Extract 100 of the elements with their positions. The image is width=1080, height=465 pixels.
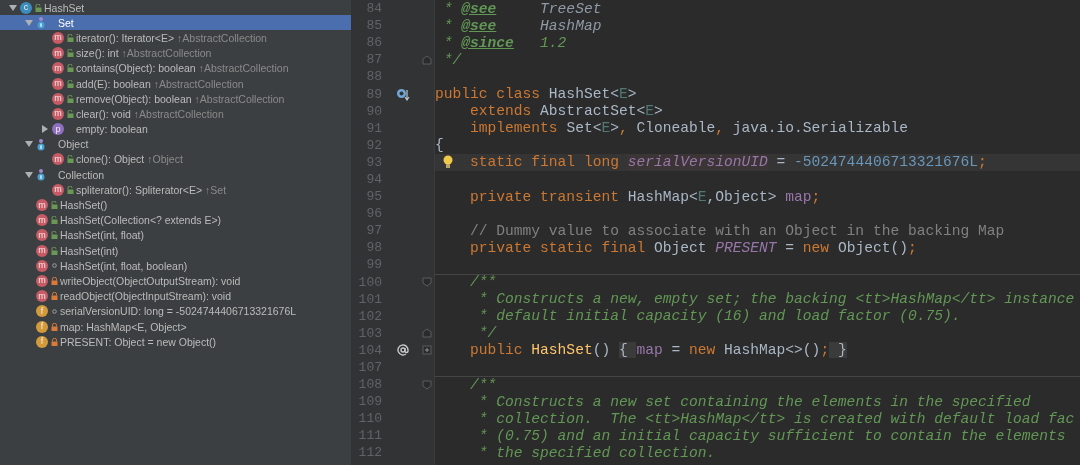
expanded-arrow-icon[interactable]: [25, 170, 33, 179]
class-badge: c: [20, 1, 32, 14]
unlocked-icon: [66, 79, 74, 88]
unlocked-icon: [34, 3, 42, 12]
member-label: HashSet(int, float, boolean): [60, 259, 188, 272]
keyword: ;: [978, 154, 987, 171]
inherited-members-icon: [36, 137, 46, 151]
tree-item[interactable]: Set: [0, 15, 351, 31]
field-name: map: [785, 188, 812, 205]
tree-item[interactable]: m readObject(ObjectInputStream): void: [0, 288, 351, 304]
tree-item[interactable]: f map: HashMap<E, Object>: [0, 318, 351, 335]
keyword: ;: [907, 239, 917, 256]
code-text: (): [592, 342, 612, 359]
member-label: HashSet(Collection<? extends E>): [60, 214, 222, 227]
implemented-icon[interactable]: [396, 87, 410, 101]
fold-marker-icon[interactable]: [422, 379, 432, 390]
fold-marker-icon[interactable]: [422, 277, 432, 288]
origin-label: ↑Set: [205, 183, 227, 196]
keyword: ;: [820, 342, 830, 359]
tree-item[interactable]: m HashSet(int, float, boolean): [0, 258, 351, 274]
doc-comment: /**: [470, 376, 497, 393]
doc-reference: TreeSet: [539, 0, 602, 17]
tree-item[interactable]: m HashSet(): [0, 197, 351, 213]
type-parameter: E: [618, 86, 628, 102]
lightbulb-icon[interactable]: [443, 154, 453, 169]
code-text: Object(): [837, 239, 908, 256]
tree-item[interactable]: m spliterator(): Spliterator<E> ↑Set: [0, 182, 351, 198]
code-text: =: [784, 239, 796, 256]
code-text: =: [670, 342, 682, 359]
tree-item[interactable]: Object: [0, 136, 351, 152]
member-label: empty: boolean: [76, 123, 148, 136]
tree-item[interactable]: m writeObject(ObjectOutputStream): void: [0, 273, 351, 289]
code-text: HashSet<: [548, 86, 619, 102]
tree-item[interactable]: m contains(Object): boolean ↑AbstractCollection: [0, 60, 351, 76]
member-label: HashSet(int): [60, 244, 119, 257]
field-badge: f: [36, 305, 48, 318]
method-badge: m: [36, 259, 48, 272]
tree-item[interactable]: m remove(Object): boolean ↑AbstractCollection: [0, 91, 351, 107]
member-label: HashSet: [44, 1, 85, 14]
expanded-arrow-icon[interactable]: [25, 140, 33, 149]
member-label: add(E): boolean: [76, 77, 151, 90]
unlocked-icon: [66, 33, 74, 42]
code-text: java.io.Serializable: [732, 120, 908, 137]
code-text: Set<: [566, 120, 602, 137]
member-label: Collection: [58, 168, 105, 181]
tree-item[interactable]: m HashSet(Collection<? extends E>): [0, 212, 351, 228]
tree-item[interactable]: m clone(): Object ↑Object: [0, 151, 351, 168]
tree-item[interactable]: c HashSet: [0, 0, 351, 16]
member-label: serialVersionUID: long = -5024744406713321676L: [60, 305, 297, 318]
unlocked-icon: [50, 246, 58, 255]
at-sign-icon[interactable]: [397, 344, 409, 357]
member-label: iterator(): Iterator<E>: [76, 31, 175, 44]
tree-item[interactable]: m size(): int ↑AbstractCollection: [0, 45, 351, 61]
tree-item[interactable]: m iterator(): Iterator<E> ↑AbstractCollection: [0, 30, 351, 46]
member-label: size(): int: [76, 47, 119, 60]
doc-comment: * the specified collection.: [478, 445, 716, 461]
tree-item[interactable]: m HashSet(int, float): [0, 227, 351, 243]
type-parameter: E: [601, 120, 611, 137]
unlocked-icon: [50, 216, 58, 225]
doc-comment: * Constructs a new, empty set; the backing <tt>HashMap</tt> instance: [478, 291, 1075, 308]
keyword: ,: [715, 120, 726, 137]
origin-label: ↑AbstractCollection: [153, 77, 244, 90]
keyword: ;: [811, 188, 821, 205]
tree-item[interactable]: Collection: [0, 167, 351, 183]
member-label: spliterator(): Spliterator<E>: [76, 183, 203, 196]
field-badge: f: [36, 335, 48, 348]
doc-comment: 1.2: [539, 34, 567, 51]
collapsed-arrow-icon[interactable]: [41, 125, 49, 134]
tree-item[interactable]: m clear(): void ↑AbstractCollection: [0, 106, 351, 122]
tree-item[interactable]: p empty: boolean: [0, 121, 351, 137]
keyword: public class: [435, 86, 542, 102]
tree-item[interactable]: m HashSet(int): [0, 243, 351, 259]
expand-fold-icon[interactable]: [422, 345, 432, 356]
origin-label: ↑AbstractCollection: [177, 31, 267, 44]
keyword: static final long: [470, 154, 620, 171]
tree-item[interactable]: m add(E): boolean ↑AbstractCollection: [0, 75, 351, 92]
unlocked-icon: [66, 109, 74, 118]
keyword: new: [802, 239, 831, 256]
doc-comment: * (0.75) and an initial capacity sufficient to contain the elements: [478, 427, 1066, 444]
number-literal: -5024744406713321676L: [794, 154, 978, 171]
expanded-arrow-icon[interactable]: [9, 3, 17, 12]
unlocked-icon: [66, 64, 74, 73]
field-name: PRESENT: [715, 239, 777, 256]
unlocked-icon: [50, 201, 58, 210]
doc-comment: *: [443, 17, 454, 34]
tree-item[interactable]: f serialVersionUID: long = -5024744406713321676L: [0, 303, 351, 319]
doc-tag: @since: [461, 34, 514, 51]
member-label: readObject(ObjectInputStream): void: [60, 290, 231, 303]
unlocked-icon: [50, 231, 58, 240]
tree-item[interactable]: f PRESENT: Object = new Object(): [0, 334, 351, 350]
member-label: remove(Object): boolean: [76, 92, 192, 105]
method-badge: m: [36, 229, 48, 242]
keyword: implements: [470, 120, 559, 137]
doc-tag: @see: [461, 17, 497, 34]
doc-comment: */: [443, 51, 462, 68]
method-badge: m: [52, 31, 64, 44]
member-label: contains(Object): boolean: [76, 62, 196, 75]
origin-label: ↑AbstractCollection: [198, 62, 289, 75]
unlocked-icon: [66, 185, 74, 194]
type-parameter: E: [697, 188, 707, 205]
